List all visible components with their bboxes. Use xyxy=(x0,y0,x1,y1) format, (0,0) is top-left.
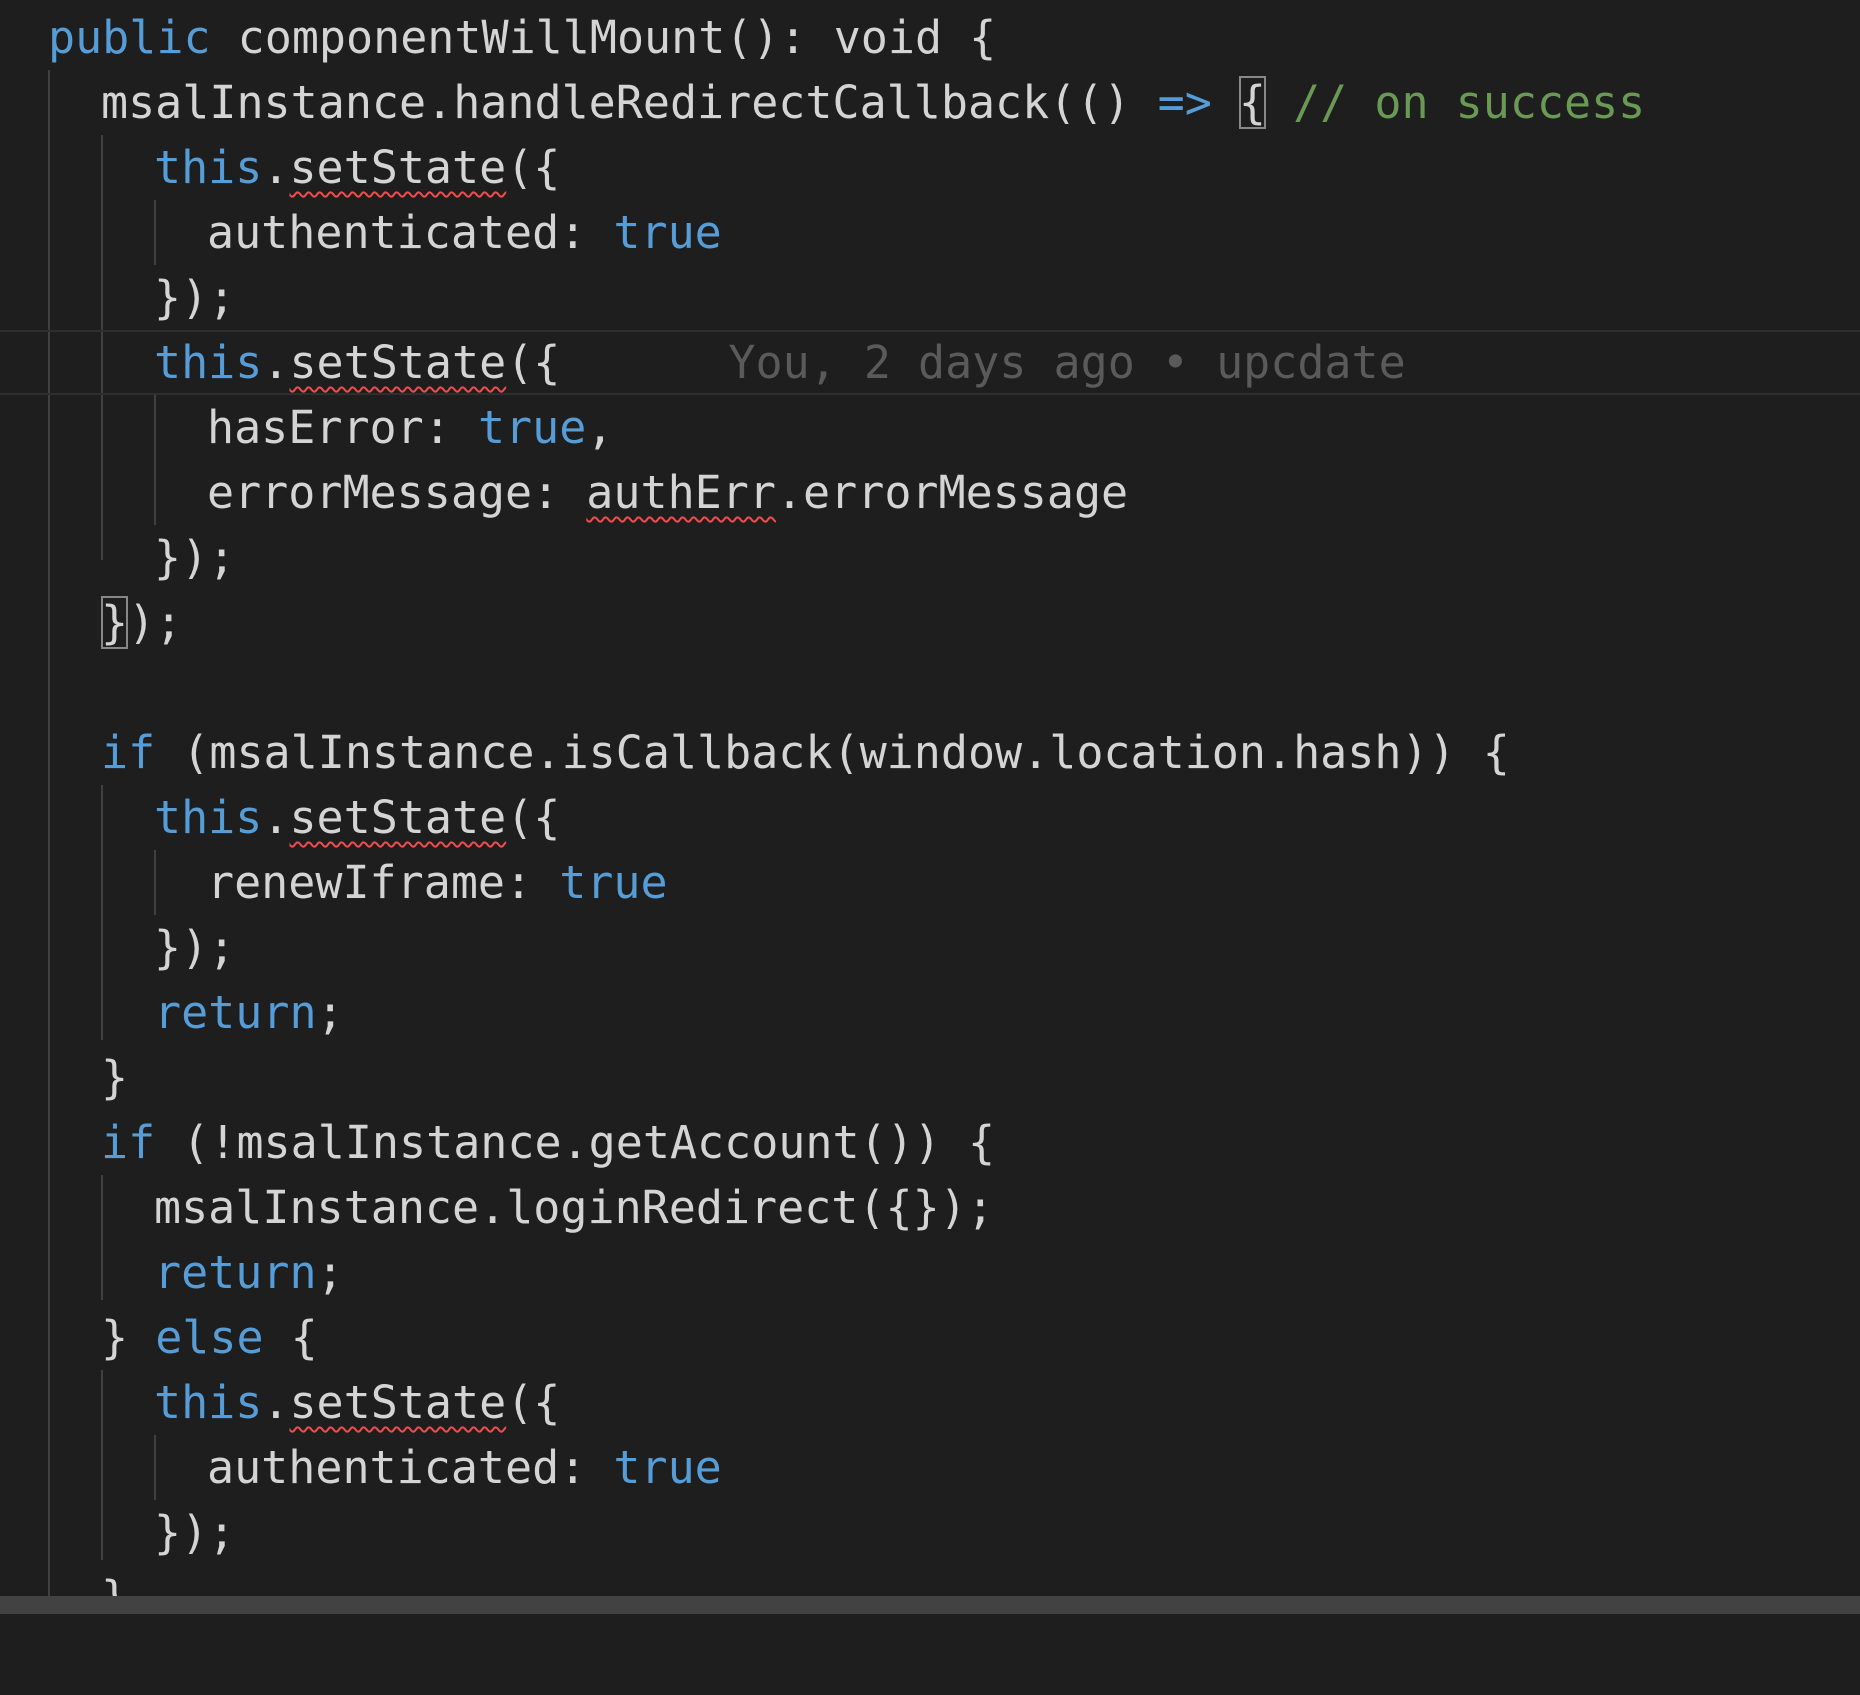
code-line[interactable]: }); xyxy=(0,590,1860,655)
code-line[interactable]: if (msalInstance.isCallback(window.locat… xyxy=(0,720,1860,785)
code-text: } xyxy=(101,1051,129,1104)
code-text: } xyxy=(101,1565,128,1596)
code-text: }); xyxy=(154,1506,236,1559)
type-token: void xyxy=(833,11,943,64)
property-key: hasError: xyxy=(207,401,478,454)
arrow-token: => xyxy=(1157,76,1212,129)
code-line[interactable]: authenticated: true xyxy=(0,1435,1860,1500)
code-text: ({ xyxy=(506,336,561,389)
code-line[interactable]: errorMessage: authErr.errorMessage xyxy=(0,460,1860,525)
code-text: ({ xyxy=(506,141,561,194)
matched-bracket: { xyxy=(1238,76,1266,129)
code-line[interactable]: this.setState({ xyxy=(0,785,1860,850)
error-squiggle-token[interactable]: setState xyxy=(289,1376,506,1429)
code-text: ); xyxy=(128,596,183,649)
this-keyword: this xyxy=(154,1376,263,1429)
return-keyword: return xyxy=(154,986,317,1039)
code-text: (msalInstance.isCallback(window.location… xyxy=(155,726,1510,779)
close-brace: } xyxy=(101,1311,156,1364)
code-line[interactable]: }); xyxy=(0,915,1860,980)
code-line[interactable]: msalInstance.handleRedirectCallback(() =… xyxy=(0,70,1860,135)
this-keyword: this xyxy=(154,791,263,844)
boolean-literal: true xyxy=(613,206,722,259)
dot: . xyxy=(262,141,290,194)
matched-bracket: } xyxy=(101,596,129,649)
code-line[interactable]: }); xyxy=(0,265,1860,330)
code-line[interactable]: hasError: true, xyxy=(0,395,1860,460)
property-key: authenticated: xyxy=(207,206,614,259)
horizontal-scrollbar[interactable] xyxy=(0,1596,1860,1614)
code-line[interactable]: } xyxy=(0,1045,1860,1110)
code-line[interactable]: this.setState({ xyxy=(0,1370,1860,1435)
property-key: authenticated: xyxy=(207,1441,614,1494)
code-editor[interactable]: public componentWillMount(): void { msal… xyxy=(0,0,1860,1596)
else-keyword: else xyxy=(155,1311,264,1364)
git-blame-annotation[interactable]: You, 2 days ago • upcdate xyxy=(728,336,1405,389)
code-line[interactable]: authenticated: true xyxy=(0,200,1860,265)
code-line[interactable]: msalInstance.loginRedirect({}); xyxy=(0,1175,1860,1240)
code-text: }); xyxy=(154,271,236,324)
code-line[interactable]: }); xyxy=(0,525,1860,590)
error-squiggle-token[interactable]: authErr xyxy=(586,466,776,519)
method-signature: componentWillMount(): xyxy=(210,11,834,64)
code-text: .errorMessage xyxy=(775,466,1129,519)
code-text: }); xyxy=(154,531,236,584)
open-brace: { xyxy=(942,11,997,64)
code-line[interactable]: } else { xyxy=(0,1305,1860,1370)
code-line[interactable]: return; xyxy=(0,1240,1860,1305)
code-text: (!msalInstance.getAccount()) { xyxy=(155,1116,996,1169)
property-key: renewIframe: xyxy=(207,856,560,909)
error-squiggle-token[interactable]: setState xyxy=(289,141,506,194)
code-line[interactable]: public componentWillMount(): void { xyxy=(0,5,1860,70)
if-keyword: if xyxy=(101,1116,156,1169)
code-text: ({ xyxy=(506,1376,561,1429)
code-text: { xyxy=(263,1311,318,1364)
code-line[interactable]: this.setState({ xyxy=(0,135,1860,200)
dot: . xyxy=(262,1376,290,1429)
boolean-literal: true xyxy=(613,1441,722,1494)
property-key: errorMessage: xyxy=(207,466,587,519)
this-keyword: this xyxy=(154,141,263,194)
keyword-token: public xyxy=(48,11,211,64)
code-line[interactable]: }); xyxy=(0,1500,1860,1565)
dot: . xyxy=(262,791,290,844)
comma: , xyxy=(586,401,614,454)
code-text: msalInstance.loginRedirect({}); xyxy=(154,1181,994,1234)
this-keyword: this xyxy=(154,336,263,389)
error-squiggle-token[interactable]: setState xyxy=(289,336,506,389)
code-text: ; xyxy=(316,1246,344,1299)
if-keyword: if xyxy=(101,726,156,779)
code-text: ; xyxy=(316,986,344,1039)
current-line[interactable]: this.setState({ You, 2 days ago • upcdate xyxy=(0,330,1860,395)
code-line[interactable]: renewIframe: true xyxy=(0,850,1860,915)
code-line[interactable]: if (!msalInstance.getAccount()) { xyxy=(0,1110,1860,1175)
boolean-literal: true xyxy=(477,401,587,454)
error-squiggle-token[interactable]: setState xyxy=(289,791,506,844)
code-text: }); xyxy=(154,921,236,974)
code-comment: // on success xyxy=(1265,76,1646,129)
dot: . xyxy=(262,336,290,389)
code-text: msalInstance.handleRedirectCallback(() xyxy=(101,76,1158,129)
code-text: ({ xyxy=(506,791,561,844)
code-line[interactable]: } xyxy=(0,1565,1860,1596)
return-keyword: return xyxy=(154,1246,317,1299)
boolean-literal: true xyxy=(559,856,668,909)
code-line[interactable]: return; xyxy=(0,980,1860,1045)
